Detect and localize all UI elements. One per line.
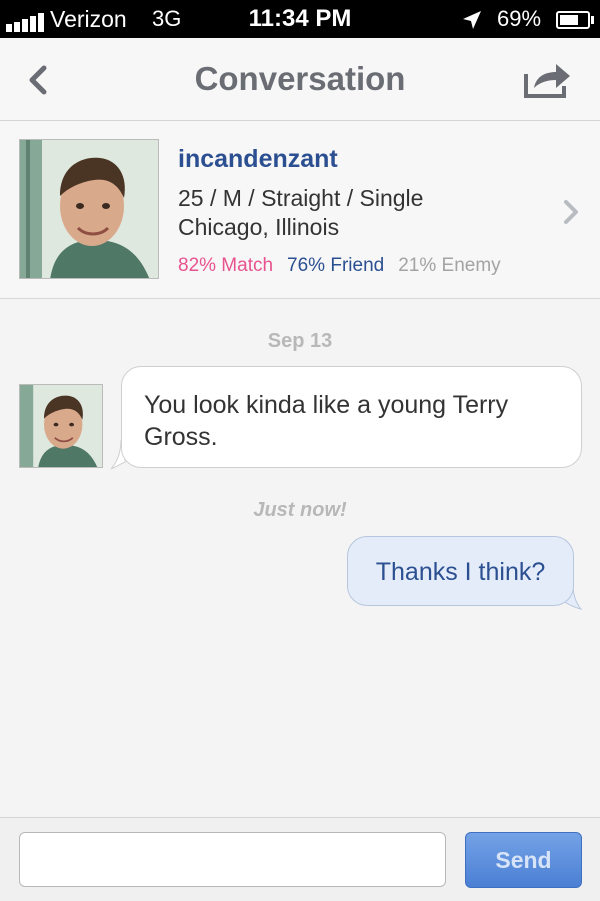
username: incandenzant xyxy=(178,145,338,173)
status-bar: Verizon 3G 11:34 PM 69% xyxy=(0,0,600,38)
message-composer: Send xyxy=(0,817,600,901)
send-button[interactable]: Send xyxy=(465,832,582,888)
message-timestamp: Just now! xyxy=(253,499,347,521)
profile-details: 25 / M / Straight / Single Chicago, Illi… xyxy=(178,184,423,242)
share-button[interactable] xyxy=(522,60,574,100)
compatibility-stats: 82% Match 76% Friend 21% Enemy xyxy=(178,255,501,277)
match-percent: 82% Match xyxy=(178,255,274,276)
battery-percent: 69% xyxy=(497,6,542,31)
message-date: Sep 13 xyxy=(267,330,333,352)
sender-avatar[interactable] xyxy=(19,384,103,468)
friend-percent: 76% Friend xyxy=(287,255,385,276)
message-input[interactable] xyxy=(19,832,446,887)
navigation-bar: Conversation xyxy=(0,38,600,121)
enemy-percent: 21% Enemy xyxy=(398,255,501,276)
profile-summary[interactable]: incandenzant 25 / M / Straight / Single … xyxy=(0,121,600,299)
location-arrow-icon xyxy=(463,11,481,29)
chevron-right-icon xyxy=(564,200,578,224)
share-arrow-icon xyxy=(524,64,570,98)
profile-details-demographics: 25 / M / Straight / Single xyxy=(178,185,424,211)
profile-details-location: Chicago, Illinois xyxy=(178,214,340,240)
incoming-message-bubble: You look kinda like a young Terry Gross. xyxy=(121,366,582,468)
page-title: Conversation xyxy=(194,60,406,97)
battery-icon xyxy=(556,11,594,29)
avatar xyxy=(19,139,159,279)
outgoing-message-bubble: Thanks I think? xyxy=(347,536,574,606)
